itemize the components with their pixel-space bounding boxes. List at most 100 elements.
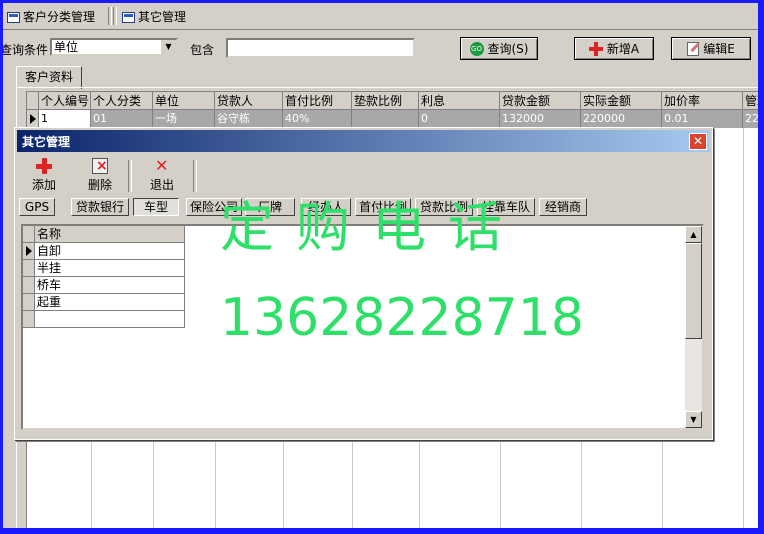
close-icon[interactable]: ✕ [689,133,707,150]
contains-input[interactable] [226,38,415,58]
exit-icon [154,156,170,175]
row-indicator [27,110,39,128]
chevron-down-icon[interactable]: ▼ [160,40,176,54]
list-item[interactable]: 半挂 [23,260,185,277]
query-bar: 查询条件 单位 ▼ 包含 GO 查询(S) 新增A 编辑E [3,33,758,61]
query-condition-label: 查询条件 [3,43,49,57]
category-loan-bank[interactable]: 贷款银行 [71,198,129,216]
delete-button-label: 删除 [87,178,112,192]
go-icon: GO [469,41,484,56]
vehicle-type-grid: 名称 自卸 半挂 桥车 起重 ▲ ▼ [21,224,704,430]
customer-grid-header: 个人编号 个人分类 单位 贷款人 首付比例 垫款比例 利息 贷款金额 实际金额 … [27,92,758,110]
chart-icon [122,11,135,23]
category-fleet[interactable]: 挂靠车队 [477,198,535,216]
table-cell[interactable]: 01 [91,110,153,128]
scroll-up-icon[interactable]: ▲ [685,226,702,243]
row-indicator [23,277,35,294]
vertical-scrollbar[interactable]: ▲ ▼ [685,226,702,428]
scroll-down-icon[interactable]: ▼ [685,411,702,428]
list-item-new[interactable] [23,311,185,328]
col-header[interactable]: 贷款人 [215,92,283,110]
menu-customer-category[interactable]: 客户分类管理 [7,9,95,25]
table-cell[interactable]: 220 [743,110,758,128]
table-cell[interactable] [352,110,419,128]
tab-strip: 客户资料 [16,66,758,89]
category-dealer[interactable]: 经销商 [539,198,587,216]
row-indicator [23,260,35,277]
col-header[interactable]: 单位 [153,92,215,110]
add-button-label: 添加 [31,178,56,192]
edit-button-label: 编辑E [703,42,735,56]
col-header[interactable]: 实际金额 [581,92,662,110]
toolbar-separator [193,160,197,192]
plus-icon [588,41,603,56]
category-vehicle-type[interactable]: 车型 [133,198,179,216]
table-cell[interactable]: 40% [283,110,352,128]
col-header[interactable]: 个人分类 [91,92,153,110]
list-item-name[interactable]: 半挂 [35,260,185,277]
new-button[interactable]: 新增A [574,37,654,60]
menu-other-management[interactable]: 其它管理 [122,9,186,25]
list-item-name[interactable]: 起重 [35,294,185,311]
toolbar-separator [113,7,117,25]
toolbar-separator [108,7,112,25]
vehicle-type-grid-header: 名称 [23,226,185,243]
category-insurance[interactable]: 保险公司 [186,198,242,216]
edit-button[interactable]: 编辑E [671,37,751,60]
row-indicator [23,294,35,311]
grid-column-line [743,128,744,528]
query-button[interactable]: GO 查询(S) [460,37,538,60]
table-cell[interactable]: 谷守栋 [215,110,283,128]
col-header[interactable]: 垫款比例 [352,92,419,110]
category-gps[interactable]: GPS [19,198,55,216]
delete-button[interactable]: 删除 [83,158,117,194]
col-header[interactable]: 贷款金额 [500,92,581,110]
delete-icon [92,158,108,174]
query-condition-select[interactable]: 单位 ▼ [50,38,178,56]
table-cell[interactable]: 0.01 [662,110,743,128]
col-header[interactable]: 管理 [743,92,758,110]
list-item[interactable]: 桥车 [23,277,185,294]
tab-customer-info[interactable]: 客户资料 [16,66,83,89]
table-cell[interactable]: 132000 [500,110,581,128]
col-header[interactable]: 利息 [419,92,500,110]
list-item[interactable]: 起重 [23,294,185,311]
grid-icon [7,11,20,23]
category-handler[interactable]: 经办人 [301,198,351,216]
dialog-title: 其它管理 [22,135,71,149]
list-item-name[interactable]: 自卸 [35,243,185,260]
menu-customer-category-label: 客户分类管理 [23,10,96,24]
list-item-name[interactable]: 桥车 [35,277,185,294]
other-management-dialog: 其它管理 ✕ 添加 删除 退出 GPS 贷款银行 车型 保险公司 厂牌 经办人 … [14,127,713,440]
table-cell[interactable]: 0 [419,110,500,128]
category-down-payment[interactable]: 首付比例 [355,198,411,216]
scroll-thumb[interactable] [685,243,702,339]
row-indicator [23,243,35,260]
col-header[interactable]: 加价率 [662,92,743,110]
table-row[interactable]: 1 01 一场 谷守栋 40% 0 132000 220000 0.01 220 [27,110,758,128]
dialog-titlebar[interactable]: 其它管理 ✕ [17,130,710,152]
table-cell[interactable]: 220000 [581,110,662,128]
category-brand[interactable]: 厂牌 [245,198,295,216]
table-cell[interactable]: 一场 [153,110,215,128]
col-header[interactable]: 个人编号 [39,92,91,110]
list-item[interactable]: 自卸 [23,243,185,260]
add-icon [36,158,52,174]
current-row-icon [30,114,36,124]
query-button-label: 查询(S) [487,42,529,56]
toolbar-separator [128,160,132,192]
col-header-name[interactable]: 名称 [35,226,185,243]
menu-other-management-label: 其它管理 [138,10,187,24]
category-loan-ratio[interactable]: 贷款比例 [415,198,473,216]
query-condition-value: 单位 [54,40,79,54]
top-toolbar: 客户分类管理 其它管理 [3,3,758,30]
grid-corner [27,92,39,110]
table-cell[interactable]: 1 [39,110,91,128]
exit-button[interactable]: 退出 [145,156,179,194]
col-header[interactable]: 首付比例 [283,92,352,110]
add-button[interactable]: 添加 [27,158,61,194]
list-item-name-empty[interactable] [35,311,185,328]
row-indicator [23,311,35,328]
exit-button-label: 退出 [149,178,174,192]
edit-icon [687,41,700,56]
